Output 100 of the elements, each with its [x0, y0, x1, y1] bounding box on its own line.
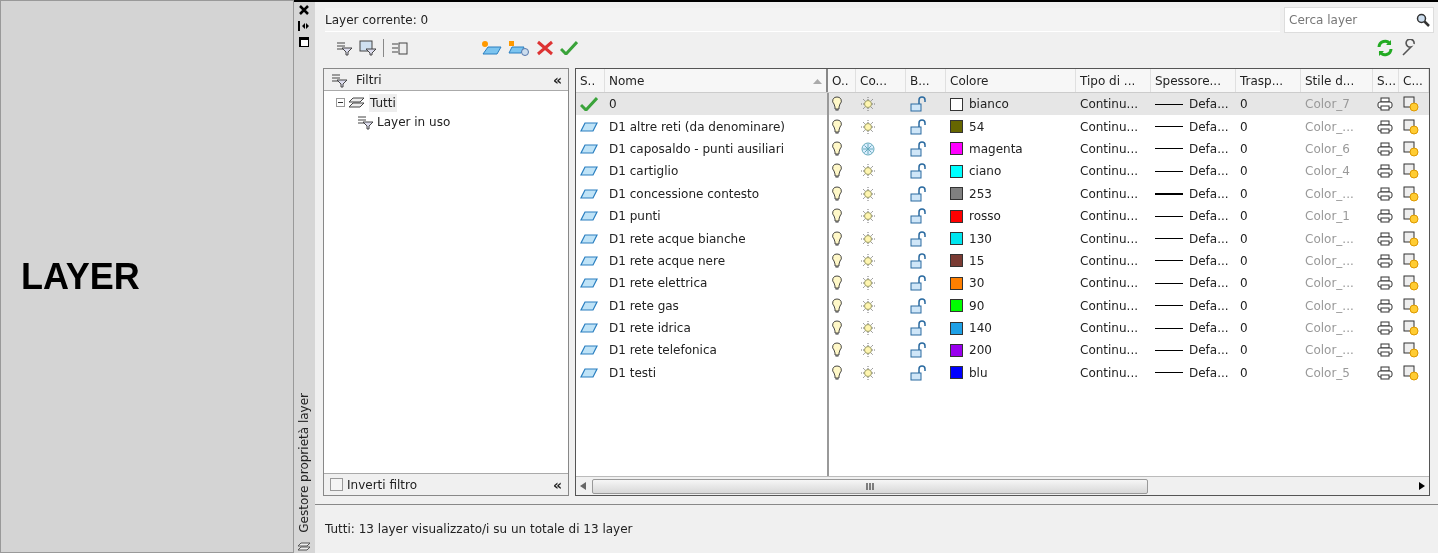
invert-filter-checkbox[interactable] [330, 478, 343, 491]
layer-row[interactable]: D1 testi blu Continu... Defa... 0 Color_5 [576, 361, 1429, 385]
column-header[interactable]: Trasp... [1240, 71, 1284, 90]
new-frozen-layer-icon[interactable] [508, 40, 530, 56]
layer-name: D1 rete elettrica [609, 275, 708, 293]
auto-hide-icon[interactable] [298, 20, 311, 32]
collapse-button[interactable]: « [552, 477, 562, 492]
unlocked-padlock-icon [910, 208, 926, 225]
layer-row[interactable]: D1 altre reti (da denominare) 54 Continu... Defa... 0 Color_... [576, 115, 1429, 138]
invert-filter-label: Inverti filtro [347, 476, 419, 494]
filter-icon [356, 113, 374, 130]
sun-icon [860, 364, 876, 381]
unlocked-padlock-icon [910, 320, 926, 337]
linetype: Continu... [1080, 163, 1139, 181]
layer-icon [580, 278, 598, 289]
layer-row[interactable]: D1 caposaldo - punti ausiliari magenta Continu... Defa... 0 Color_6 [576, 137, 1429, 161]
plot-style: Color_6 [1305, 140, 1350, 158]
column-header[interactable]: C... [1403, 71, 1423, 90]
viewport-freeze-icon [1403, 297, 1419, 314]
scroll-left-icon[interactable] [580, 482, 586, 490]
scroll-right-icon[interactable] [1419, 482, 1425, 490]
layer-row[interactable]: 0 bianco Continu... Defa... 0 Color_7 [576, 93, 1429, 116]
linetype: Continu... [1080, 320, 1139, 338]
printer-icon [1377, 97, 1393, 112]
color-name: 30 [969, 275, 985, 293]
plot-style: Color_... [1305, 252, 1354, 270]
printer-icon [1377, 321, 1393, 336]
layer-name: D1 punti [609, 208, 661, 226]
sun-icon [860, 185, 876, 202]
transparency: 0 [1240, 342, 1248, 360]
color-name: ciano [969, 163, 1002, 181]
column-header[interactable]: Colore [950, 71, 989, 90]
plot-style: Color_... [1305, 230, 1354, 248]
plot-style: Color_... [1305, 185, 1354, 203]
linetype: Continu... [1080, 364, 1139, 382]
layer-name: D1 testi [609, 364, 657, 382]
column-header[interactable]: S... [1377, 71, 1397, 90]
layer-row[interactable]: D1 rete idrica 140 Continu... Defa... 0 Color_... [576, 316, 1429, 340]
color-swatch[interactable] [950, 366, 963, 380]
column-header[interactable]: Stile d... [1305, 71, 1355, 90]
sun-icon [860, 275, 876, 292]
unlocked-padlock-icon [910, 230, 926, 247]
color-swatch[interactable] [950, 120, 963, 134]
collapse-icon[interactable] [336, 98, 345, 107]
collapse-button[interactable]: « [552, 72, 562, 87]
color-swatch[interactable] [950, 276, 963, 290]
transparency: 0 [1240, 208, 1248, 226]
color-swatch[interactable] [950, 254, 963, 268]
layer-icon [580, 121, 598, 132]
new-filter-icon[interactable] [335, 40, 353, 56]
color-swatch[interactable] [950, 232, 963, 246]
properties-icon[interactable] [298, 36, 311, 48]
layer-row[interactable]: D1 rete elettrica 30 Continu... Defa... 0 Color_... [576, 272, 1429, 295]
plot-style: Color_4 [1305, 163, 1350, 181]
refresh-icon[interactable] [1376, 39, 1394, 57]
layer-icon [580, 345, 598, 356]
layer-row[interactable]: D1 rete gas 90 Continu... Defa... 0 Color_... [576, 294, 1429, 317]
layer-row[interactable]: D1 rete telefonica 200 Continu... Defa... 0 Color_... [576, 339, 1429, 362]
column-header[interactable]: Tipo di ... [1080, 71, 1136, 90]
layer-row[interactable]: D1 punti rosso Continu... Defa... 0 Color_1 [576, 204, 1429, 228]
search-field[interactable]: Cerca layer [1284, 7, 1434, 33]
horizontal-scrollbar[interactable] [576, 476, 1429, 495]
linetype: Continu... [1080, 185, 1139, 203]
column-header[interactable]: Spessore... [1155, 71, 1221, 90]
color-swatch[interactable] [950, 164, 963, 178]
color-swatch[interactable] [950, 321, 963, 335]
column-header[interactable]: Co... [860, 71, 887, 90]
column-header[interactable]: Nome [609, 71, 645, 90]
color-swatch[interactable] [950, 97, 963, 111]
new-layer-icon[interactable] [480, 40, 502, 56]
lineweight: Defa... [1189, 96, 1229, 114]
viewport-freeze-icon [1403, 364, 1419, 381]
scrollbar-thumb[interactable] [592, 478, 1148, 494]
tree-item[interactable]: Tutti [369, 93, 397, 112]
sun-icon [860, 252, 876, 269]
color-swatch[interactable] [950, 209, 963, 223]
color-swatch[interactable] [950, 344, 963, 357]
layer-row[interactable]: D1 rete acque bianche 130 Continu... Defa... 0 Color_... [576, 227, 1429, 250]
layer-row[interactable]: D1 cartiglio ciano Continu... Defa... 0 Color_4 [576, 160, 1429, 183]
linetype: Continu... [1080, 208, 1139, 226]
sun-icon [860, 118, 876, 135]
delete-icon[interactable] [536, 40, 554, 56]
color-swatch[interactable] [950, 142, 963, 156]
viewport-freeze-icon [1403, 140, 1419, 157]
transparency: 0 [1240, 96, 1248, 114]
column-header[interactable]: O.. [832, 71, 849, 90]
close-icon[interactable] [298, 4, 311, 16]
layer-row[interactable]: D1 concessione contesto 253 Continu... Defa... 0 Color_... [576, 182, 1429, 205]
layer-row[interactable]: D1 rete acque nere 15 Continu... Defa... 0 Color_... [576, 249, 1429, 273]
search-icon [1416, 13, 1430, 27]
linetype: Continu... [1080, 140, 1139, 158]
group-filter-icon[interactable] [359, 40, 377, 56]
color-swatch[interactable] [950, 299, 963, 313]
lineweight: Defa... [1189, 364, 1229, 382]
tree-item[interactable]: Layer in uso [377, 112, 451, 131]
color-swatch[interactable] [950, 187, 963, 201]
column-header[interactable]: B... [910, 71, 930, 90]
printer-icon [1377, 298, 1393, 313]
column-header[interactable]: S.. [580, 71, 596, 90]
transparency: 0 [1240, 185, 1248, 203]
